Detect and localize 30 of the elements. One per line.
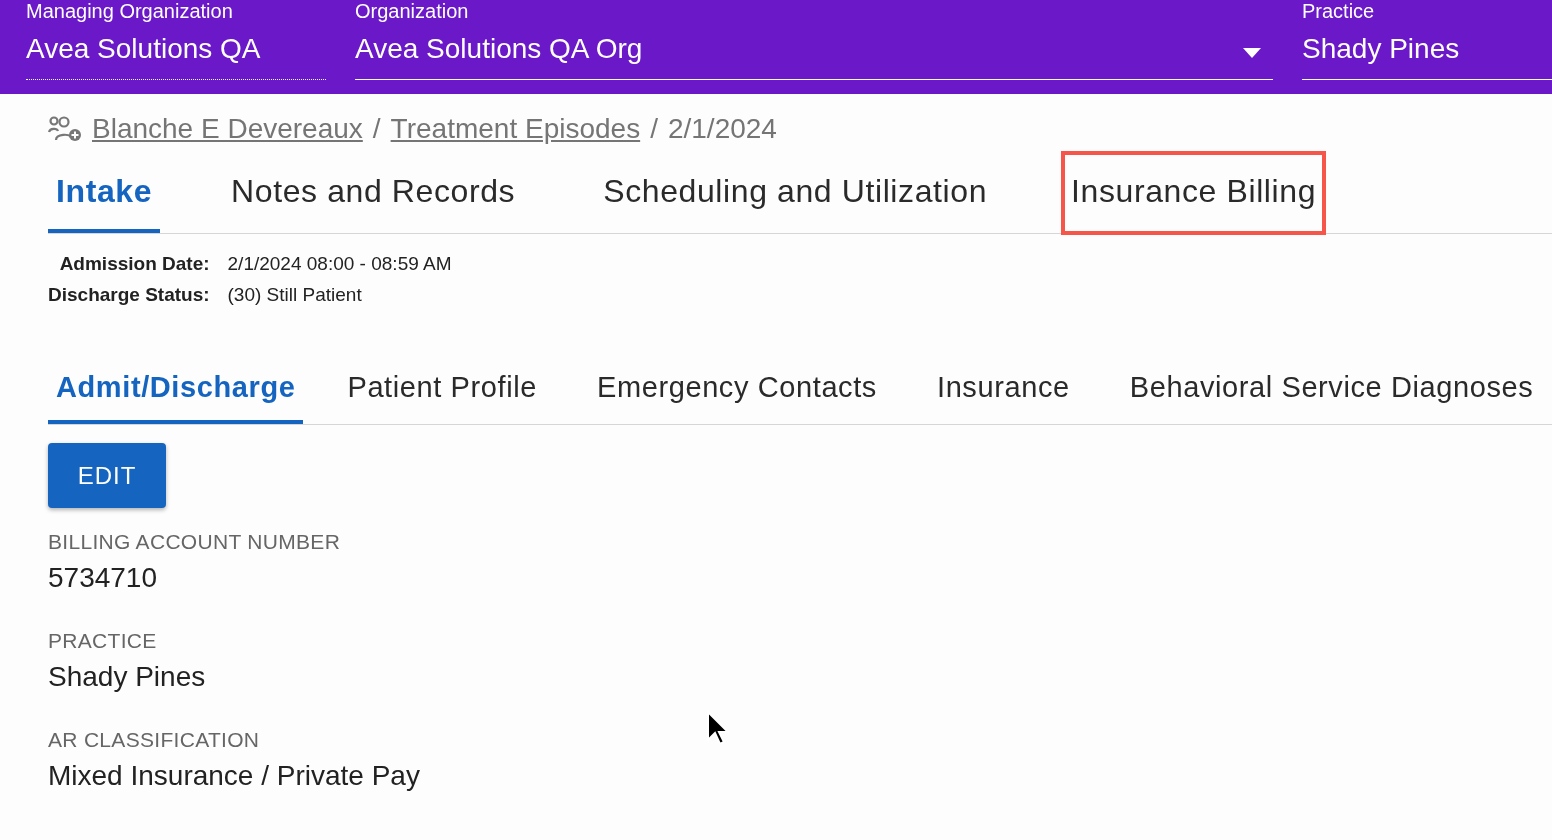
sub-tab[interactable]: Admit/Discharge bbox=[48, 354, 304, 424]
sub-tab[interactable]: Insurance bbox=[929, 354, 1078, 424]
summary-value: 2/1/2024 08:00 - 08:59 AM bbox=[227, 253, 452, 275]
header-field: Managing Organization Avea Solutions QA bbox=[26, 0, 326, 80]
field-value: Shady Pines bbox=[48, 661, 206, 693]
summary-label: Admission Date: bbox=[58, 253, 210, 275]
breadcrumb-link[interactable]: Blanche E Devereaux bbox=[92, 113, 363, 145]
edit-button[interactable]: EDIT bbox=[48, 443, 166, 508]
sub-tab[interactable]: Emergency Contacts bbox=[589, 354, 885, 424]
main-tab[interactable]: Scheduling and Utilization bbox=[595, 153, 996, 233]
header-field[interactable]: Organization Avea Solutions QA Org bbox=[355, 0, 1273, 80]
people-add-icon bbox=[48, 116, 82, 142]
field-label: BILLING ACCOUNT NUMBER bbox=[48, 530, 341, 554]
summary-value: (30) Still Patient bbox=[227, 284, 363, 306]
main-tab[interactable]: Intake bbox=[48, 153, 161, 233]
breadcrumb-link[interactable]: Treatment Episodes bbox=[390, 113, 641, 145]
breadcrumb-current: 2/1/2024 bbox=[667, 113, 777, 145]
summary-label: Discharge Status: bbox=[48, 284, 210, 306]
field-value: Mixed Insurance / Private Pay bbox=[48, 760, 420, 792]
main-tab[interactable]: Notes and Records bbox=[223, 153, 524, 233]
dropdown-caret-icon[interactable] bbox=[1243, 48, 1261, 58]
sub-tab[interactable]: Patient Profile bbox=[339, 354, 545, 424]
field-label: PRACTICE bbox=[48, 629, 157, 653]
sub-tab[interactable]: Behavioral Service Diagnoses bbox=[1121, 354, 1542, 424]
breadcrumb-separator: / bbox=[372, 113, 381, 145]
main-tab[interactable]: Insurance Billing bbox=[1063, 153, 1325, 233]
breadcrumb-separator: / bbox=[650, 113, 658, 145]
field-value: 5734710 bbox=[48, 562, 157, 594]
header-field[interactable]: Practice Shady Pines bbox=[1302, 0, 1552, 80]
field-label: AR CLASSIFICATION bbox=[48, 728, 260, 752]
